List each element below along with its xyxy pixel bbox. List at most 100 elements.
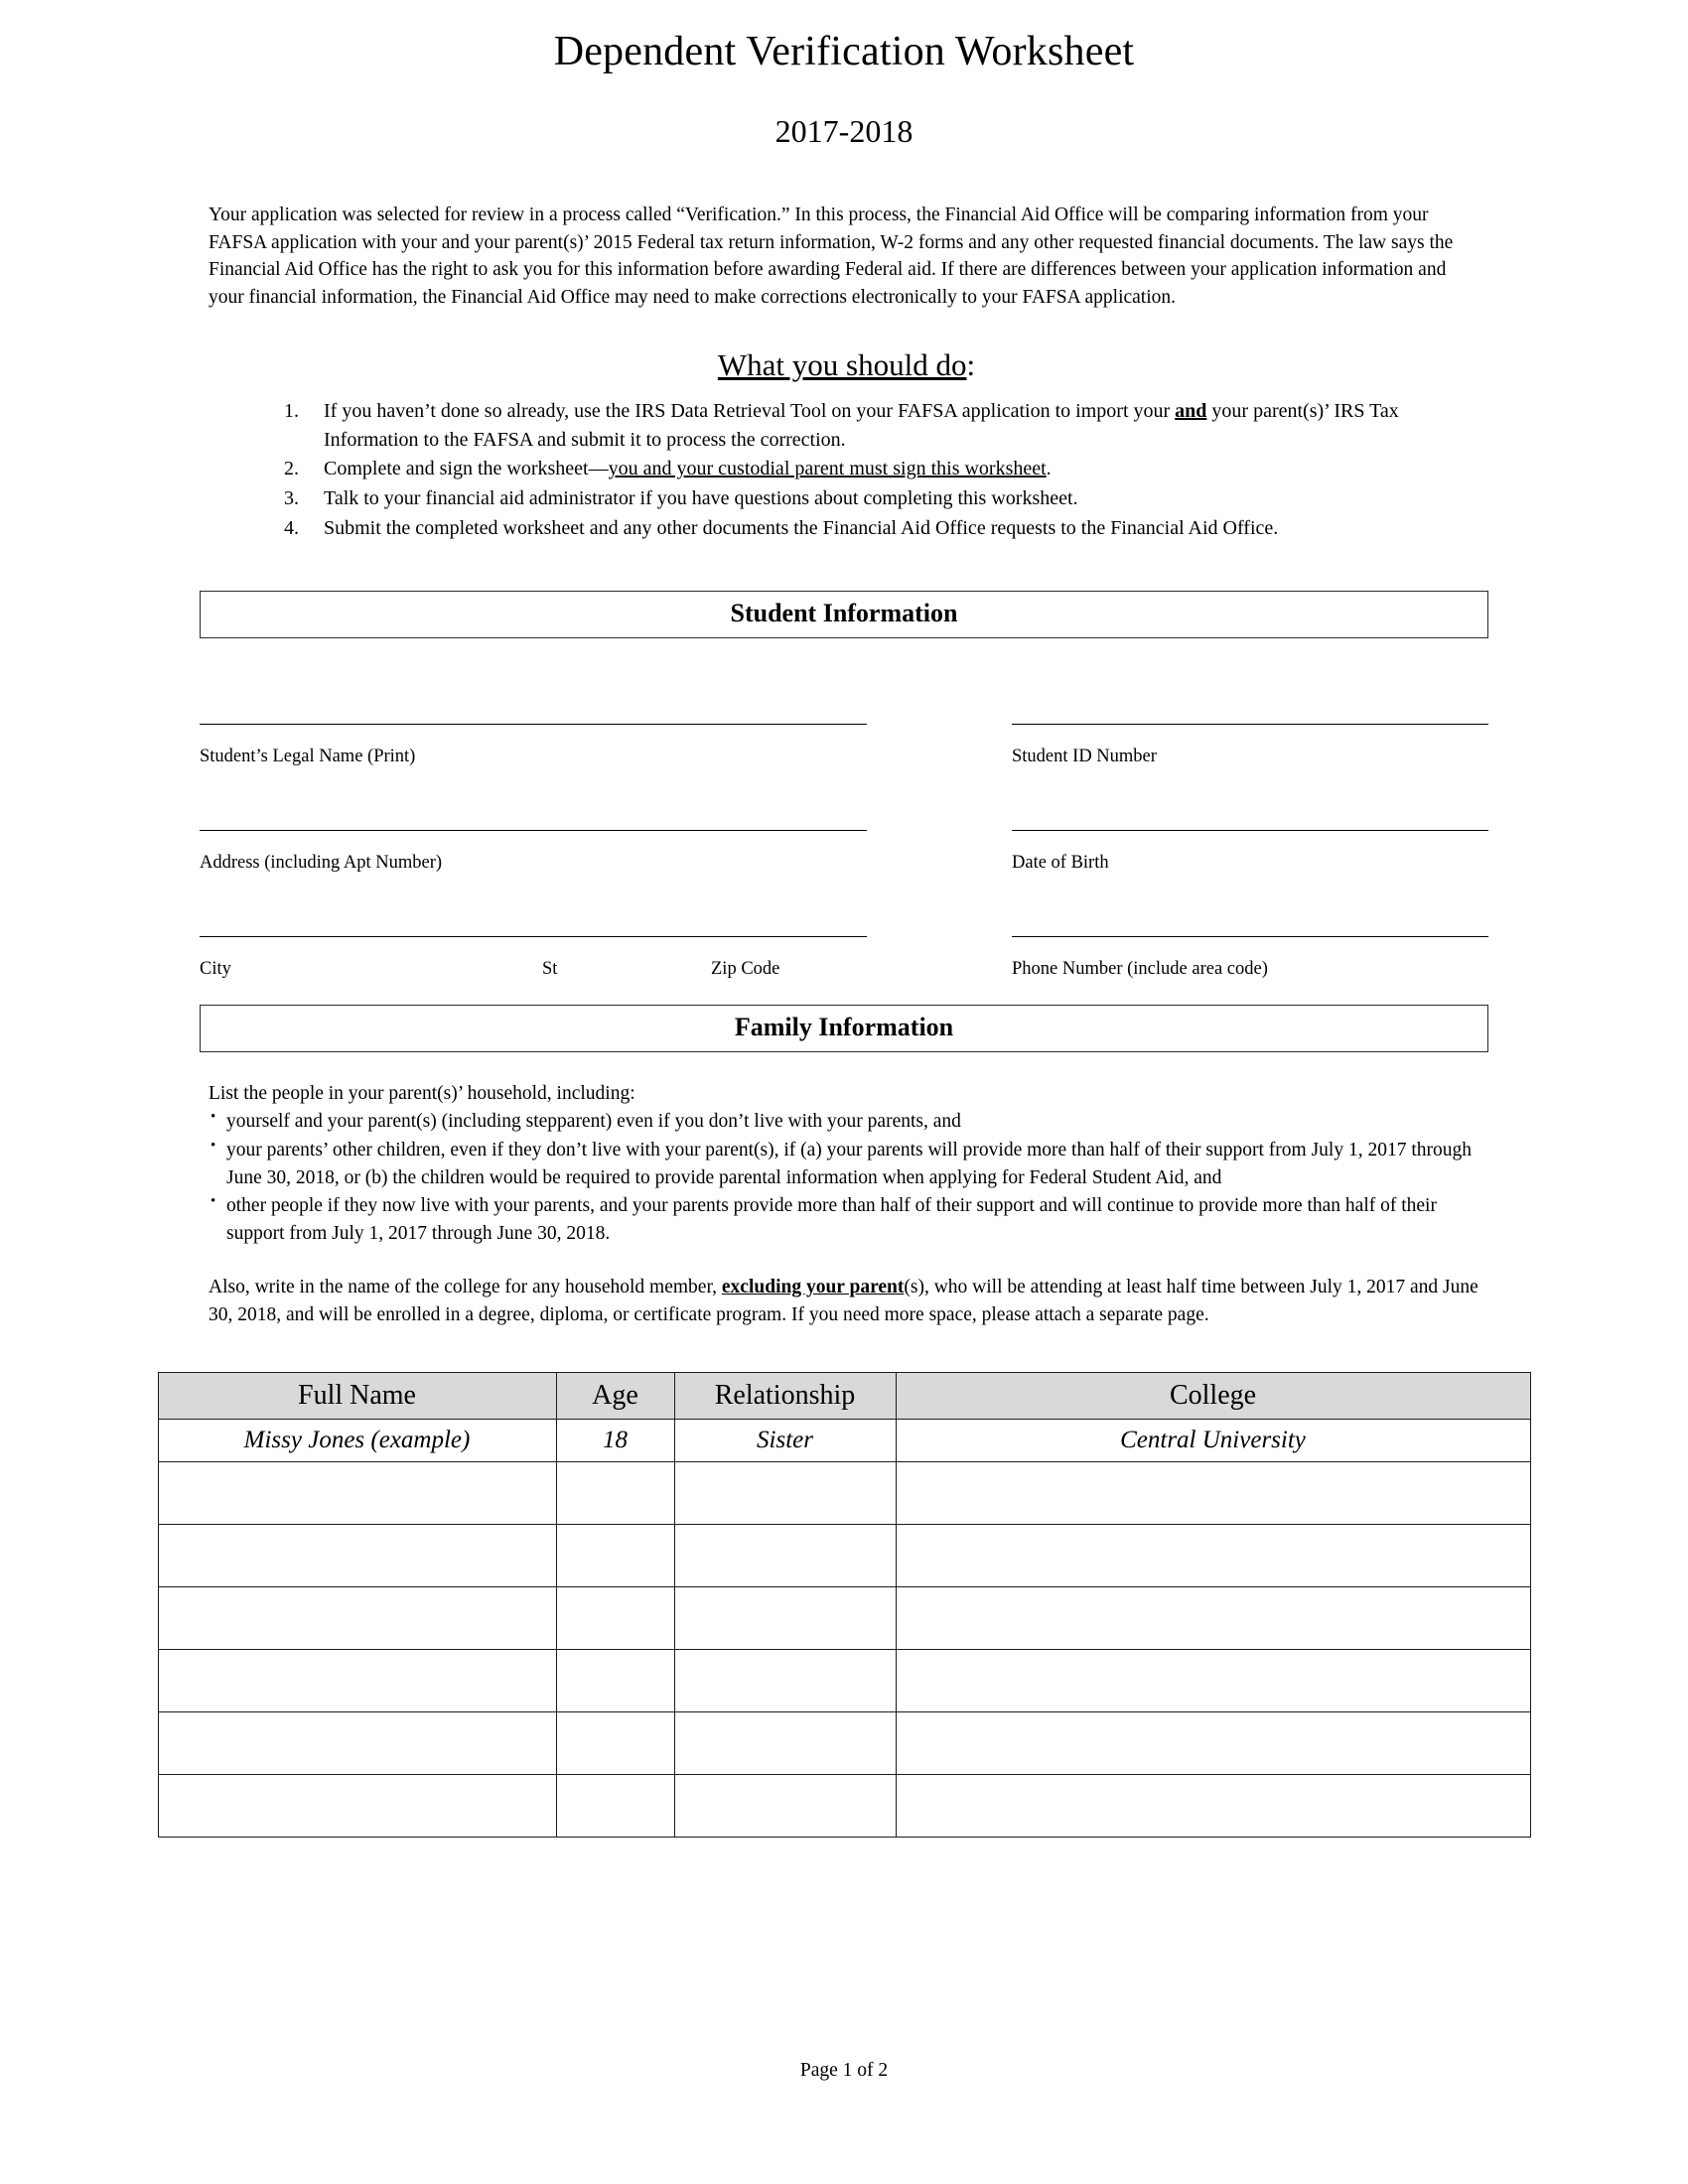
table-row (157, 1649, 1531, 1713)
step-text-emphasis: you and your custodial parent must sign … (608, 458, 1047, 480)
family-information-header: Family Information (200, 1004, 1488, 1052)
cell-full-name[interactable] (157, 1461, 557, 1526)
household-bullet-list: yourself and your parent(s) (including s… (209, 1107, 1484, 1247)
phone-label: Phone Number (include area code) (1012, 958, 1268, 979)
list-item: Complete and sign the worksheet—you and … (304, 455, 1484, 483)
student-fields: Student’s Legal Name (Print) Student ID … (200, 723, 1488, 983)
cell-relationship[interactable] (673, 1711, 897, 1776)
student-information-header: Student Information (200, 590, 1488, 638)
list-item: yourself and your parent(s) (including s… (209, 1107, 1484, 1136)
step-text-prefix: If you haven’t done so already, use the … (324, 399, 1176, 422)
cell-full-name[interactable] (157, 1586, 557, 1651)
household-table-body: Missy Jones (example) 18 Sister Central … (157, 1419, 1531, 1839)
example-age: 18 (555, 1419, 675, 1463)
instruction-list: If you haven’t done so already, use the … (209, 397, 1484, 543)
cell-relationship[interactable] (673, 1524, 897, 1588)
document-body: Your application was selected for review… (204, 202, 1484, 543)
family-instructions: List the people in your parent(s)’ house… (209, 1080, 1484, 1248)
cell-age[interactable] (555, 1524, 675, 1588)
cell-relationship[interactable] (673, 1461, 897, 1526)
cell-full-name[interactable] (157, 1524, 557, 1588)
cell-age[interactable] (555, 1774, 675, 1839)
list-item: other people if they now live with your … (209, 1191, 1484, 1247)
list-item: your parents’ other children, even if th… (209, 1136, 1484, 1191)
address-group: Address (including Apt Number) (200, 829, 867, 877)
cell-relationship[interactable] (673, 1649, 897, 1713)
student-information-section: Student Information Student’s Legal Name… (0, 590, 1688, 983)
table-row (157, 1711, 1531, 1776)
step-text-prefix: Submit the completed worksheet and any o… (324, 516, 1279, 539)
student-id-label: Student ID Number (1012, 746, 1157, 766)
page-subtitle-year: 2017-2018 (774, 113, 914, 149)
student-field-row-name: Student’s Legal Name (Print) Student ID … (200, 723, 1488, 770)
student-field-row-city-state-zip: City St Zip Code Phone Number (include a… (200, 935, 1488, 983)
intro-paragraph: Your application was selected for review… (209, 205, 1454, 309)
cell-relationship[interactable] (673, 1586, 897, 1651)
table-header-row: Full Name Age Relationship College (157, 1372, 1531, 1421)
date-of-birth-label: Date of Birth (1012, 852, 1109, 873)
family-lead-in: List the people in your parent(s)’ house… (209, 1082, 635, 1104)
cell-college[interactable] (895, 1586, 1531, 1651)
date-of-birth-input[interactable] (1012, 829, 1488, 831)
cell-full-name[interactable] (157, 1774, 557, 1839)
cell-full-name[interactable] (157, 1711, 557, 1776)
cell-college[interactable] (895, 1524, 1531, 1588)
step-text-prefix: Talk to your financial aid administrator… (324, 487, 1078, 510)
column-header-age: Age (555, 1372, 675, 1421)
list-item: Submit the completed worksheet and any o… (304, 514, 1484, 543)
student-id-group: Student ID Number (1012, 723, 1488, 770)
cell-age[interactable] (555, 1649, 675, 1713)
cell-college[interactable] (895, 1461, 1531, 1526)
phone-input[interactable] (1012, 935, 1488, 937)
address-label: Address (including Apt Number) (200, 852, 443, 873)
address-input[interactable] (200, 829, 867, 831)
student-id-input[interactable] (1012, 723, 1488, 725)
cell-age[interactable] (555, 1461, 675, 1526)
phone-group: Phone Number (include area code) (1012, 935, 1488, 983)
what-you-should-do-heading-colon: : (966, 346, 976, 382)
list-item: If you haven’t done so already, use the … (304, 397, 1484, 455)
city-state-zip-group: City St Zip Code (200, 935, 867, 983)
family-information-section: Family Information List the people in yo… (0, 1004, 1688, 1839)
cell-full-name[interactable] (157, 1649, 557, 1713)
cell-relationship[interactable] (673, 1774, 897, 1839)
cell-college[interactable] (895, 1711, 1531, 1776)
city-label: City (200, 958, 231, 979)
legal-name-input[interactable] (200, 723, 867, 725)
cell-college[interactable] (895, 1649, 1531, 1713)
example-full-name: Missy Jones (example) (157, 1419, 557, 1463)
page-title: Dependent Verification Worksheet (553, 29, 1135, 74)
cell-college[interactable] (895, 1774, 1531, 1839)
household-members-table: Full Name Age Relationship College Missy… (157, 1372, 1531, 1839)
table-row: Missy Jones (example) 18 Sister Central … (157, 1419, 1531, 1463)
step-text-suffix: . (1046, 458, 1052, 480)
student-field-row-address: Address (including Apt Number) Date of B… (200, 829, 1488, 877)
legal-name-group: Student’s Legal Name (Print) (200, 723, 867, 770)
state-label: St (542, 958, 558, 979)
page-footer: Page 1 of 2 (799, 2060, 889, 2081)
table-row (157, 1586, 1531, 1651)
example-relationship: Sister (673, 1419, 897, 1463)
college-note-prefix: Also, write in the name of the college f… (209, 1276, 722, 1297)
example-college: Central University (895, 1419, 1531, 1463)
table-row (157, 1461, 1531, 1526)
step-text-emphasis: and (1175, 399, 1207, 422)
table-row (157, 1774, 1531, 1839)
date-of-birth-group: Date of Birth (1012, 829, 1488, 877)
city-state-zip-input[interactable] (200, 935, 867, 937)
household-table-head: Full Name Age Relationship College (157, 1372, 1531, 1421)
cell-age[interactable] (555, 1711, 675, 1776)
cell-age[interactable] (555, 1586, 675, 1651)
list-item: Talk to your financial aid administrator… (304, 484, 1484, 513)
table-row (157, 1524, 1531, 1588)
worksheet-page: Dependent Verification Worksheet 2017-20… (0, 0, 1688, 2184)
zip-code-label: Zip Code (711, 958, 780, 979)
what-you-should-do-heading: What you should do: (209, 347, 1484, 383)
what-you-should-do-heading-text: What you should do (717, 346, 967, 382)
family-information-body: List the people in your parent(s)’ house… (204, 1080, 1484, 1329)
step-text-prefix: Complete and sign the worksheet— (324, 458, 609, 480)
column-header-college: College (895, 1372, 1531, 1421)
college-note-emphasis: excluding your parent (721, 1276, 905, 1297)
column-header-relationship: Relationship (673, 1372, 897, 1421)
college-note-paragraph: Also, write in the name of the college f… (209, 1274, 1484, 1328)
